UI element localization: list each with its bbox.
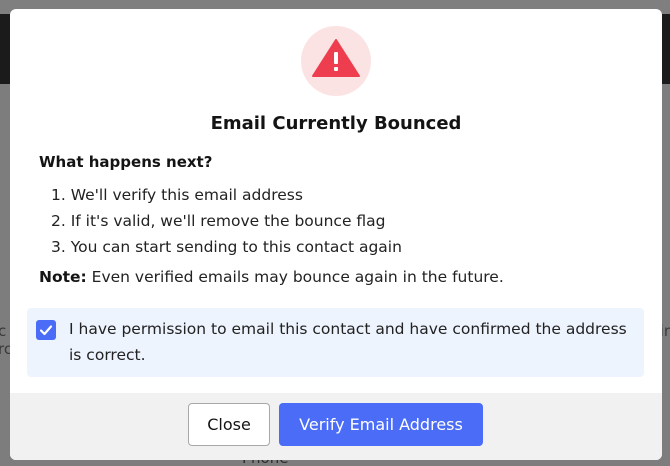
warning-badge xyxy=(301,26,371,96)
consent-section[interactable]: I have permission to email this contact … xyxy=(27,308,644,377)
step-item: 2. If it's valid, we'll remove the bounc… xyxy=(51,212,386,230)
step-item: 3. You can start sending to this contact… xyxy=(51,238,402,256)
note-label: Note: xyxy=(39,268,87,286)
checkmark-icon xyxy=(39,325,53,336)
warning-triangle-icon xyxy=(312,39,360,77)
dialog-body: Email Currently Bounced What happens nex… xyxy=(10,9,662,393)
consent-checkbox[interactable] xyxy=(36,320,56,340)
step-item: 1. We'll verify this email address xyxy=(51,186,303,204)
dialog-title: Email Currently Bounced xyxy=(210,113,462,134)
note-text: Note: Even verified emails may bounce ag… xyxy=(39,268,504,286)
next-steps-list: 1. We'll verify this email address 2. If… xyxy=(51,182,402,260)
next-steps-heading: What happens next? xyxy=(39,153,213,171)
bounce-dialog: Email Currently Bounced What happens nex… xyxy=(10,9,662,460)
consent-label[interactable]: I have permission to email this contact … xyxy=(69,316,629,368)
note-body: Even verified emails may bounce again in… xyxy=(86,268,504,286)
dialog-footer: Close Verify Email Address xyxy=(10,393,662,460)
close-button[interactable]: Close xyxy=(188,403,270,446)
verify-email-button[interactable]: Verify Email Address xyxy=(279,403,483,446)
